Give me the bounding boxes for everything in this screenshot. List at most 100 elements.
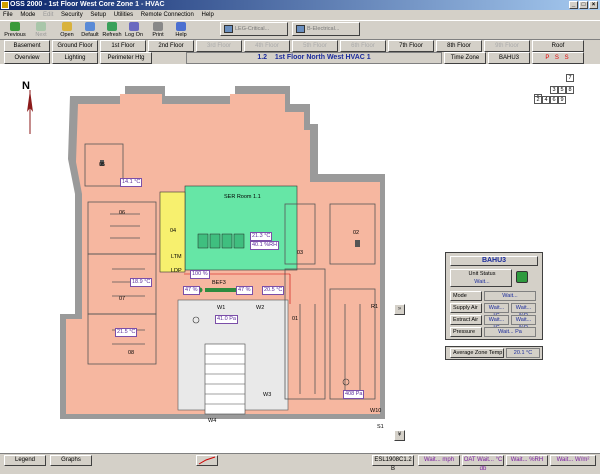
pressure-w1[interactable]: 41.0 Pa bbox=[215, 315, 238, 324]
home-icon bbox=[85, 22, 95, 31]
bef3-value-2[interactable]: 47 % bbox=[236, 286, 253, 295]
pressure-value[interactable]: Wait... Pa bbox=[484, 327, 536, 337]
lighting-button[interactable]: Lighting bbox=[52, 52, 98, 64]
overview-button[interactable]: Overview bbox=[4, 52, 50, 64]
fan-status-icon[interactable] bbox=[516, 271, 528, 283]
location-code: 1.2 bbox=[257, 54, 268, 61]
trend-icon[interactable] bbox=[196, 455, 218, 466]
scroll-right-button[interactable]: » bbox=[394, 304, 405, 315]
wind-speed: Wait... mph bbox=[418, 455, 460, 466]
supply-air-humidity[interactable]: Wait... %R bbox=[511, 303, 536, 319]
room-label-02: 02 bbox=[353, 230, 360, 236]
extract-air-humidity[interactable]: Wait... %R bbox=[511, 315, 536, 331]
menu-mode[interactable]: Mode bbox=[17, 12, 38, 18]
bef3-value-1[interactable]: 47 % bbox=[183, 286, 200, 295]
graphs-button[interactable]: Graphs bbox=[50, 455, 92, 466]
floor-8th-button[interactable]: 8th Floor bbox=[436, 40, 482, 52]
supply-air-temp[interactable]: Wait... °C bbox=[484, 303, 509, 319]
window-title: OSS 2000 - 1st Floor West Core Zone 1 - … bbox=[10, 1, 165, 8]
zone-key-7[interactable]: 7 bbox=[566, 74, 574, 82]
maximize-button[interactable]: □ bbox=[579, 1, 588, 9]
menu-file[interactable]: File bbox=[0, 12, 16, 18]
floor-ground-button[interactable]: Ground Floor bbox=[52, 40, 98, 52]
floor-6th-button[interactable]: 6th Floor bbox=[340, 40, 386, 52]
stair-core bbox=[204, 343, 246, 415]
floor-3rd-button[interactable]: 3rd Floor bbox=[196, 40, 242, 52]
temp-ser-room[interactable]: 21.3 °C bbox=[250, 232, 273, 241]
average-zone-temp-label: Average Zone Temp bbox=[450, 348, 504, 358]
zone-key-6[interactable]: 6 bbox=[550, 96, 558, 104]
floor-2nd-button[interactable]: 2nd Floor bbox=[148, 40, 194, 52]
floor-5th-button[interactable]: 5th Floor bbox=[292, 40, 338, 52]
ldp-percent[interactable]: 100 % bbox=[190, 270, 210, 279]
room-label-s1: S1 bbox=[377, 424, 384, 430]
menu-help[interactable]: Help bbox=[198, 12, 216, 18]
bef3-temp[interactable]: 20.5 °C bbox=[262, 286, 285, 295]
zone-key-8[interactable]: 8 bbox=[566, 86, 574, 94]
pressure-label: Pressure bbox=[450, 327, 482, 337]
room-label-ldp: LDP bbox=[171, 268, 182, 274]
menu-bar: File Mode Edit Security Setup Utilities … bbox=[0, 10, 600, 20]
unit-button[interactable]: BAHU3 bbox=[488, 52, 530, 64]
menu-utilities[interactable]: Utilities bbox=[111, 12, 136, 18]
minimize-button[interactable]: _ bbox=[569, 1, 578, 9]
mode-value[interactable]: Wait... bbox=[484, 291, 536, 301]
help-button[interactable]: Help bbox=[168, 22, 194, 40]
menu-remote-connection[interactable]: Remote Connection bbox=[138, 12, 197, 18]
temp-room-05[interactable]: 14.1 °C bbox=[120, 178, 143, 187]
floor-roof-button[interactable]: Roof bbox=[532, 40, 584, 52]
floor-nav: Basement Ground Floor 1st Floor 2nd Floo… bbox=[0, 40, 600, 52]
unit-status-box[interactable]: Unit Status Wait... bbox=[450, 269, 512, 287]
room-label-ltm: LTM bbox=[171, 254, 182, 260]
zone-key-9[interactable]: 9 bbox=[558, 96, 566, 104]
time-zone-button[interactable]: Time Zone bbox=[444, 52, 486, 64]
unit-status-label: Unit Status bbox=[468, 271, 496, 277]
ahu-panel: BAHU3 Unit Status Wait... Mode Wait... Su… bbox=[445, 252, 543, 340]
graphic-code: ESL1908C1.2 B bbox=[372, 455, 414, 472]
room-label-08: 08 bbox=[128, 350, 135, 356]
pss-indicator[interactable]: P S S bbox=[532, 52, 584, 64]
menu-security[interactable]: Security bbox=[58, 12, 86, 18]
zone-key-3[interactable]: 3 bbox=[550, 86, 558, 94]
room-label-bef3: BEF3 bbox=[212, 280, 226, 286]
room-label-ser: SER Room 1.1 bbox=[224, 194, 261, 200]
task-tab-leg-critical[interactable]: LEG-Critical... bbox=[220, 22, 288, 36]
zone-key-5[interactable]: 5 bbox=[558, 86, 566, 94]
solar-radiation: Wait... W/m² bbox=[550, 455, 596, 466]
previous-button[interactable]: Previous bbox=[2, 22, 28, 40]
zone-key-2[interactable]: 2 bbox=[534, 96, 542, 104]
folder-icon bbox=[62, 22, 72, 31]
extract-air-temp[interactable]: Wait... °C bbox=[484, 315, 509, 331]
floor-1st-button[interactable]: 1st Floor bbox=[100, 40, 146, 52]
room-label-w10: W10 bbox=[370, 408, 382, 414]
floor-plan-canvas: 7 3 5 8 1 2 4 6 9 N 05 06 07 08 04 LTM L… bbox=[0, 64, 600, 453]
humidity-ser-room[interactable]: 40.1 %RH bbox=[250, 241, 280, 250]
log-on-button[interactable]: Log On bbox=[121, 22, 147, 40]
room-label-07: 07 bbox=[119, 296, 126, 302]
room-label-05: 05 bbox=[99, 162, 106, 168]
floor-4th-button[interactable]: 4th Floor bbox=[244, 40, 290, 52]
room-label-w2: W2 bbox=[256, 305, 265, 311]
floor-9th-button[interactable]: 9th Floor bbox=[484, 40, 530, 52]
temp-room-07[interactable]: 18.9 °C bbox=[130, 278, 153, 287]
menu-edit[interactable]: Edit bbox=[40, 12, 56, 18]
next-button[interactable]: Next bbox=[28, 22, 54, 40]
outside-humidity: Wait... %RH bbox=[506, 455, 548, 466]
pressure-r1[interactable]: 408 Pa bbox=[343, 390, 365, 399]
average-zone-temp-value[interactable]: 20.1 °C bbox=[506, 348, 540, 358]
arrow-left-icon bbox=[10, 22, 20, 31]
menu-setup[interactable]: Setup bbox=[87, 12, 109, 18]
perimeter-htg-button[interactable]: Perimeter Htg bbox=[100, 52, 152, 64]
close-button[interactable]: × bbox=[589, 1, 598, 9]
floor-basement-button[interactable]: Basement bbox=[4, 40, 50, 52]
zone-key-4[interactable]: 4 bbox=[542, 96, 550, 104]
outside-air-temp: OAT Wait... °C db bbox=[462, 455, 504, 472]
room-label-w4: W4 bbox=[208, 418, 217, 424]
arrow-right-icon bbox=[36, 22, 46, 31]
room-label-w3: W3 bbox=[263, 392, 272, 398]
temp-room-08[interactable]: 21.5 °C bbox=[115, 328, 138, 337]
floor-7th-button[interactable]: 7th Floor bbox=[388, 40, 434, 52]
legend-button[interactable]: Legend bbox=[4, 455, 46, 466]
scroll-down-button[interactable]: ¥ bbox=[394, 430, 405, 441]
task-tab-b-electrical[interactable]: B-Electrical... bbox=[292, 22, 360, 36]
